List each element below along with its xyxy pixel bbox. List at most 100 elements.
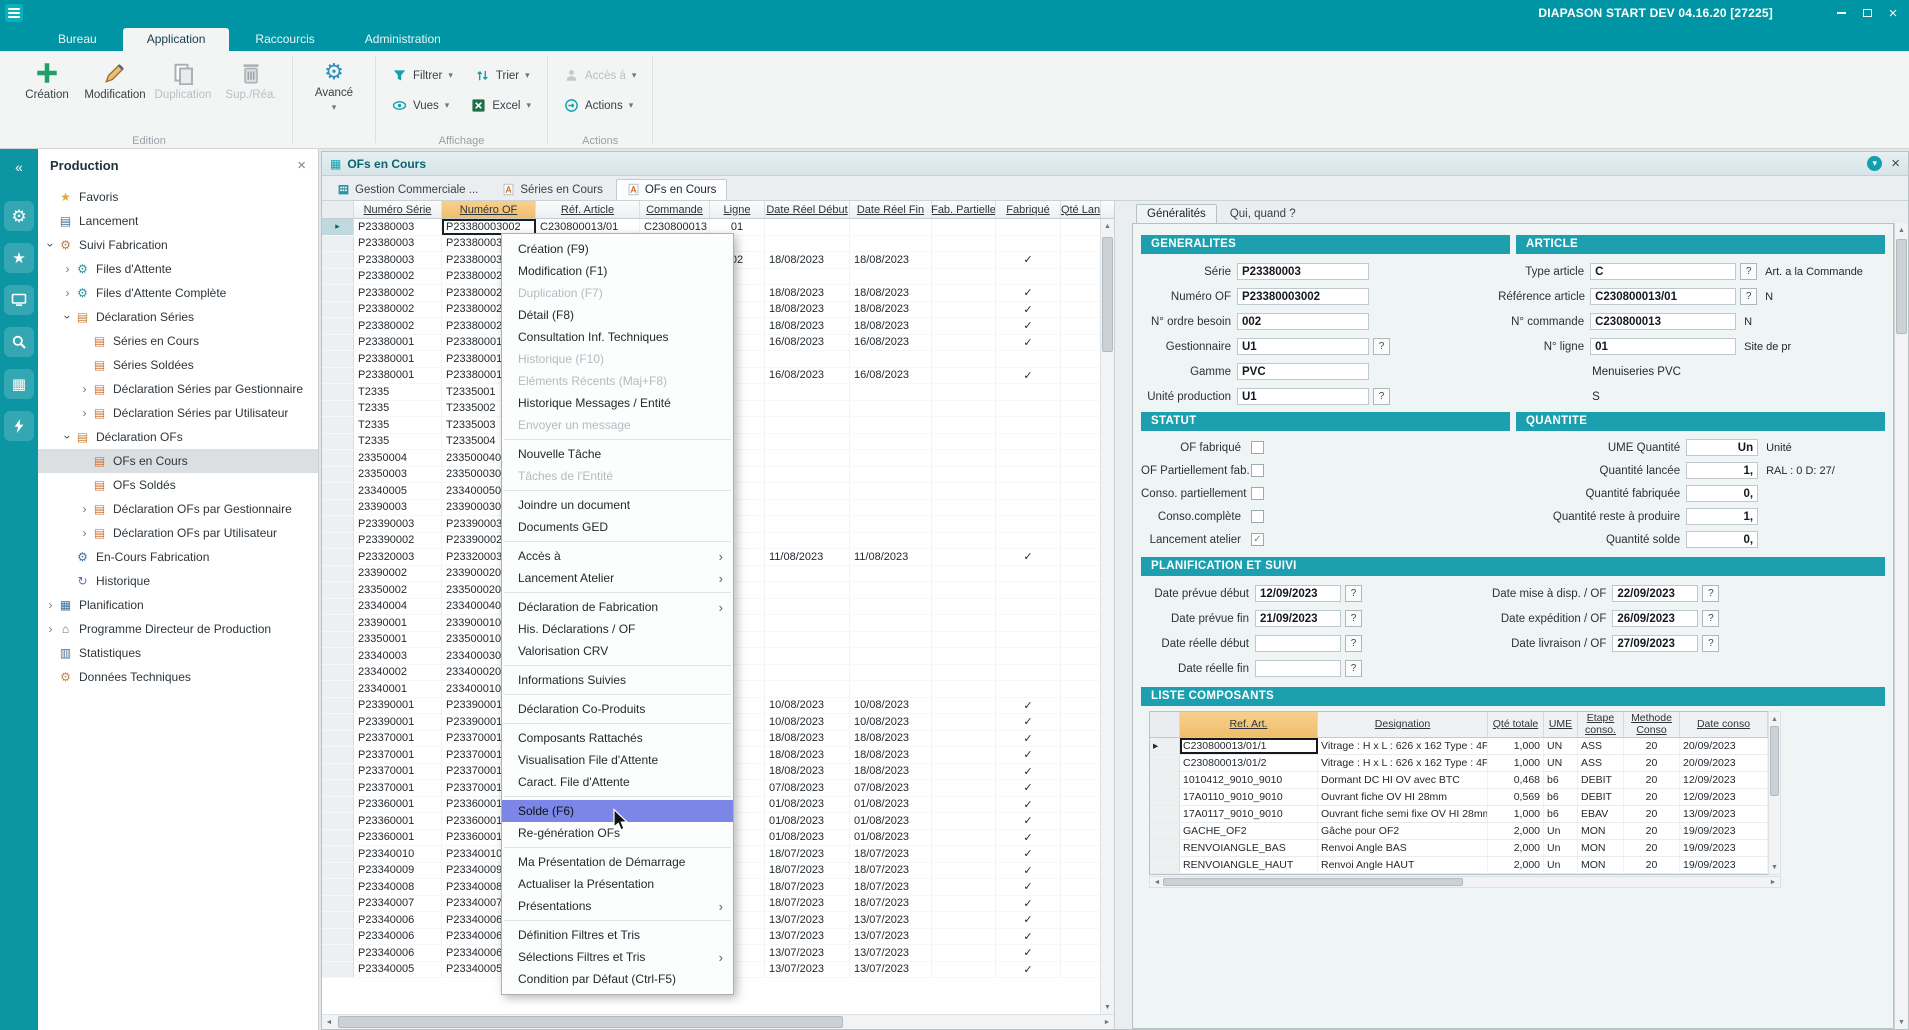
window-close-button[interactable] [1891,156,1900,171]
row-selector[interactable] [1150,806,1180,822]
menu-item-actualiser-la-presentation[interactable]: Actualiser la Présentation [502,873,733,895]
sidebar-item-suivi-fabrication[interactable]: ›⚙Suivi Fabrication [38,233,318,257]
scrollbar-thumb[interactable] [1770,726,1779,796]
article-n-commande-field[interactable]: C230800013 [1590,313,1736,330]
vues-button[interactable]: Vues▾ [386,95,455,116]
sidebar-item-declaration-ofs-par-utilisateur[interactable]: ›▤Déclaration OFs par Utilisateur [38,521,318,545]
component-row[interactable]: 1010412_9010_9010Dormant DC HI OV avec B… [1150,772,1768,789]
filtrer-button[interactable]: Filtrer▾ [386,65,459,86]
horizontal-scrollbar[interactable]: ◄► [322,1014,1114,1029]
help-button[interactable]: ? [1345,660,1362,677]
row-selector[interactable] [322,813,354,829]
help-button[interactable]: ? [1373,388,1390,405]
rail-gear-button[interactable]: ⚙ [4,201,34,231]
quantite-ume-quantite-field[interactable]: Un [1686,439,1758,456]
help-button[interactable]: ? [1702,610,1719,627]
column-header-qte-lan[interactable]: Qté Lan [1061,201,1101,218]
row-selector[interactable]: ▸ [1150,738,1180,754]
row-selector[interactable] [322,269,354,285]
generalites-numero-of-field[interactable]: P23380003002 [1237,288,1369,305]
avance-button[interactable]: ⚙Avancé▾ [303,56,365,112]
rail-bolt-button[interactable] [4,411,34,441]
menu-item-valorisation-crv[interactable]: Valorisation CRV [502,640,733,662]
sidebar-item-statistiques[interactable]: ▥Statistiques [38,641,318,665]
article-type-article-field[interactable]: C [1590,263,1736,280]
column-header-fabrique[interactable]: Fabriqué [996,201,1061,218]
sidebar-item-files-d-attente-complete[interactable]: ›⚙Files d'Attente Complète [38,281,318,305]
scroll-up-button[interactable]: ▲ [1769,712,1780,726]
row-selector[interactable] [1150,840,1180,856]
menu-item-composants-rattaches[interactable]: Composants Rattachés [502,727,733,749]
column-header-numero-serie[interactable]: Numéro Série [354,201,442,218]
scrollbar-thumb[interactable] [1102,237,1113,352]
rail-monitor-button[interactable] [4,285,34,315]
row-selector[interactable] [322,929,354,945]
generalites-unite-production-field[interactable]: U1 [1237,388,1369,405]
row-selector[interactable] [322,648,354,664]
select-all-header[interactable] [1150,712,1180,737]
sidebar-item-programme-directeur-de-production[interactable]: ›⌂Programme Directeur de Production [38,617,318,641]
tab-qui-quand[interactable]: Qui, quand ? [1219,204,1307,223]
row-selector[interactable] [322,731,354,747]
planification-date-reelle-fin-field[interactable] [1255,660,1341,677]
sidebar-item-declaration-series-par-utilisateur[interactable]: ›▤Déclaration Séries par Utilisateur [38,401,318,425]
row-selector[interactable] [322,500,354,516]
help-button[interactable]: ? [1373,338,1390,355]
menu-item-lancement-atelier[interactable]: Lancement Atelier› [502,567,733,589]
planification-date-prevue-debut-field[interactable]: 12/09/2023 [1255,585,1341,602]
scroll-left-button[interactable]: ◄ [1150,877,1164,887]
menu-item-detail-f8[interactable]: Détail (F8) [502,304,733,326]
view-tab-series-en-cours[interactable]: Séries en Cours [491,179,613,200]
of-partiellement-fab-checkbox[interactable] [1251,464,1264,477]
menu-item-declaration-co-produits[interactable]: Déclaration Co-Produits [502,698,733,720]
menu-item-definition-filtres-et-tris[interactable]: Définition Filtres et Tris [502,924,733,946]
component-row[interactable]: RENVOIANGLE_HAUTRenvoi Angle HAUT2,000Un… [1150,857,1768,874]
menu-item-nouvelle-tache[interactable]: Nouvelle Tâche [502,443,733,465]
quantite-quantite-reste-a-produire-field[interactable]: 1, [1686,508,1758,525]
sidebar-item-historique[interactable]: ↻Historique [38,569,318,593]
menu-tab-raccourcis[interactable]: Raccourcis [231,28,338,51]
menu-item-acces-a[interactable]: Accès à› [502,545,733,567]
row-selector[interactable] [322,962,354,978]
row-selector[interactable] [322,945,354,961]
trier-button[interactable]: Trier▾ [469,65,536,86]
row-selector[interactable] [322,780,354,796]
collapse-sidebar-button[interactable]: « [15,159,23,175]
rail-star-button[interactable]: ★ [4,243,34,273]
vertical-scrollbar[interactable]: ▲▼ [1100,219,1114,1014]
help-button[interactable]: ? [1345,635,1362,652]
help-button[interactable]: ? [1702,585,1719,602]
menu-item-visualisation-file-d-attente[interactable]: Visualisation File d'Attente [502,749,733,771]
vertical-scrollbar[interactable]: ▲▼ [1768,711,1781,875]
row-selector[interactable] [322,467,354,483]
planification-date-expedition-of-field[interactable]: 26/09/2023 [1612,610,1698,627]
sidebar-item-declaration-series[interactable]: ›▤Déclaration Séries [38,305,318,329]
row-selector[interactable] [1150,789,1180,805]
sidebar-item-favoris[interactable]: ★Favoris [38,185,318,209]
article-reference-article-field[interactable]: C230800013/01 [1590,288,1736,305]
sidebar-item-donnees-techniques[interactable]: ⚙Données Techniques [38,665,318,689]
lancement-atelier-checkbox[interactable]: ✓ [1251,533,1264,546]
help-button[interactable]: ? [1740,288,1757,305]
quantite-quantite-lancee-field[interactable]: 1, [1686,462,1758,479]
sidebar-item-planification[interactable]: ›▦Planification [38,593,318,617]
window-chevron-down-button[interactable]: ▾ [1867,156,1882,171]
menu-item-ma-presentation-de-demarrage[interactable]: Ma Présentation de Démarrage [502,851,733,873]
planification-date-prevue-fin-field[interactable]: 21/09/2023 [1255,610,1341,627]
creation-button[interactable]: Création [16,56,78,101]
help-button[interactable]: ? [1702,635,1719,652]
sidebar-close-button[interactable] [297,157,306,173]
row-selector[interactable] [322,615,354,631]
row-selector[interactable] [322,896,354,912]
scroll-up-button[interactable]: ▲ [1895,223,1908,237]
scroll-down-button[interactable]: ▼ [1895,1015,1908,1029]
menu-item-presentations[interactable]: Présentations› [502,895,733,917]
scroll-up-button[interactable]: ▲ [1101,219,1114,233]
row-selector[interactable] [322,681,354,697]
row-selector[interactable] [322,516,354,532]
row-selector[interactable] [322,401,354,417]
row-selector[interactable] [322,252,354,268]
minimize-button[interactable] [1829,3,1853,23]
row-selector[interactable] [322,665,354,681]
row-selector[interactable] [322,830,354,846]
